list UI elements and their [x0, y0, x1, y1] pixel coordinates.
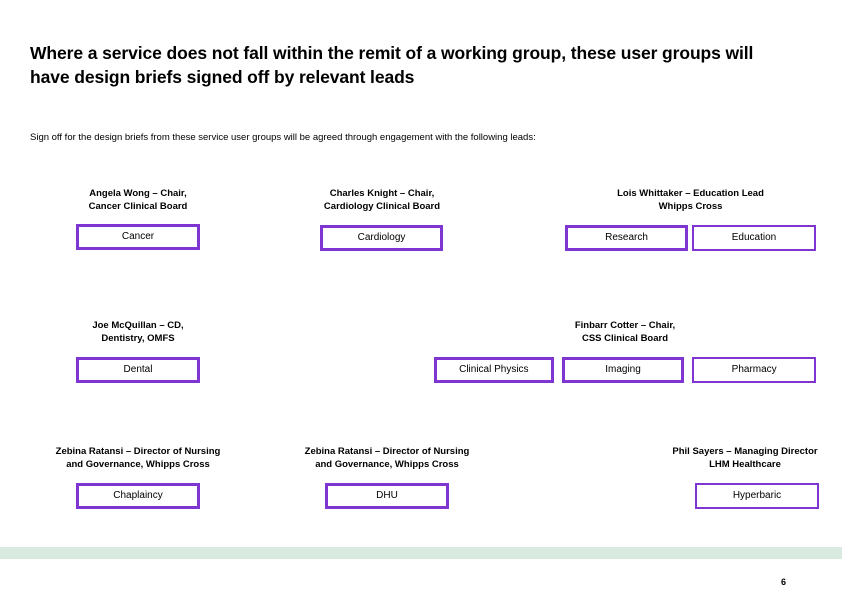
box-row-hyperbaric: Hyperbaric [695, 483, 842, 510]
lead-label-line-2: CSS Clinical Board [581, 332, 669, 344]
box-row-cancer: Cancer [76, 224, 200, 251]
lead-label-education: Lois Whittaker – Education Lead Whipps C… [565, 188, 816, 213]
lead-label-line-2: LHM Healthcare [709, 458, 781, 470]
lead-label-line-2: Cancer Clinical Board [88, 200, 188, 212]
service-box-hyperbaric[interactable]: Hyperbaric [695, 483, 819, 510]
lead-label-line-1: Angela Wong – Chair, [89, 188, 187, 199]
page-number: 6 [780, 577, 786, 587]
group-dhu: Zebina Ratansi – Director of Nursing and… [277, 446, 497, 510]
lead-label-cancer: Angela Wong – Chair, Cancer Clinical Boa… [76, 188, 200, 213]
box-row-dhu: DHU [325, 483, 497, 510]
lead-label-line-1: Lois Whittaker – Education Lead [617, 188, 764, 199]
lead-label-line-1: Zebina Ratansi – Director of Nursing [304, 446, 470, 457]
box-row-cardiology: Cardiology [320, 225, 444, 252]
service-box-chaplaincy[interactable]: Chaplaincy [76, 483, 200, 510]
slide-subtitle: Sign off for the design briefs from thes… [30, 131, 536, 143]
box-row-education: Research Education [565, 225, 816, 252]
lead-label-line-1: Finbarr Cotter – Chair, [574, 320, 676, 331]
group-chaplaincy: Zebina Ratansi – Director of Nursing and… [28, 446, 248, 510]
group-cardiology: Charles Knight – Chair, Cardiology Clini… [320, 188, 444, 252]
service-box-dental[interactable]: Dental [76, 357, 200, 384]
lead-label-line-2: and Governance, Whipps Cross [66, 458, 210, 470]
lead-label-line-2: and Governance, Whipps Cross [315, 458, 459, 470]
lead-label-hyperbaric: Phil Sayers – Managing Director LHM Heal… [648, 446, 842, 471]
box-row-dental: Dental [76, 357, 200, 384]
group-cancer: Angela Wong – Chair, Cancer Clinical Boa… [76, 188, 200, 251]
footer-band [0, 547, 842, 559]
lead-label-line-2: Dentistry, OMFS [101, 332, 175, 344]
service-box-dhu[interactable]: DHU [325, 483, 449, 510]
service-box-pharmacy[interactable]: Pharmacy [692, 357, 816, 384]
lead-label-chaplaincy: Zebina Ratansi – Director of Nursing and… [28, 446, 248, 471]
lead-label-line-1: Charles Knight – Chair, [329, 188, 435, 199]
box-row-chaplaincy: Chaplaincy [76, 483, 248, 510]
lead-label-dental: Joe McQuillan – CD, Dentistry, OMFS [76, 320, 200, 345]
lead-label-line-2: Cardiology Clinical Board [323, 200, 441, 212]
slide-canvas: Where a service does not fall within the… [0, 0, 842, 595]
service-box-cardiology[interactable]: Cardiology [320, 225, 443, 252]
lead-label-cardiology: Charles Knight – Chair, Cardiology Clini… [320, 188, 444, 213]
group-dental: Joe McQuillan – CD, Dentistry, OMFS Dent… [76, 320, 200, 384]
service-box-cancer[interactable]: Cancer [76, 224, 200, 251]
group-education: Lois Whittaker – Education Lead Whipps C… [565, 188, 816, 252]
lead-label-dhu: Zebina Ratansi – Director of Nursing and… [277, 446, 497, 471]
service-box-education[interactable]: Education [692, 225, 816, 252]
page-title: Where a service does not fall within the… [30, 42, 754, 87]
service-box-clinical-physics[interactable]: Clinical Physics [434, 357, 554, 384]
lead-label-line-2: Whipps Cross [658, 200, 723, 212]
group-hyperbaric: Phil Sayers – Managing Director LHM Heal… [648, 446, 842, 510]
service-box-research[interactable]: Research [565, 225, 688, 252]
service-box-imaging[interactable]: Imaging [561, 357, 685, 384]
group-css: Finbarr Cotter – Chair, CSS Clinical Boa… [434, 320, 816, 384]
lead-label-line-1: Phil Sayers – Managing Director [672, 446, 818, 457]
lead-label-line-1: Zebina Ratansi – Director of Nursing [55, 446, 221, 457]
lead-label-css: Finbarr Cotter – Chair, CSS Clinical Boa… [434, 320, 816, 345]
box-row-css: Clinical Physics Imaging Pharmacy [434, 357, 816, 384]
lead-label-line-1: Joe McQuillan – CD, [92, 320, 184, 331]
